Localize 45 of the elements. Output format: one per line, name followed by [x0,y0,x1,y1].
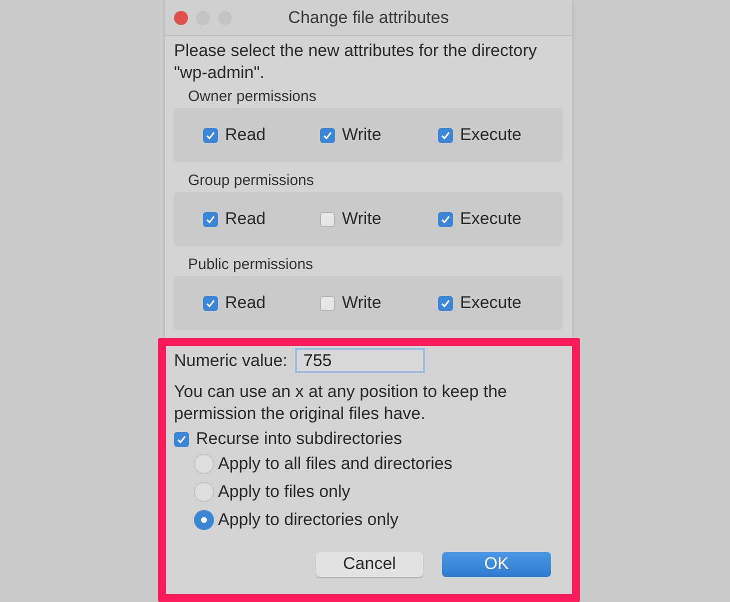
instruction-text: Please select the new attributes for the directory "wp-admin". [174,40,538,84]
ok-button[interactable]: OK [442,552,551,576]
checkbox-label: Write [342,209,382,229]
checkbox-label: Read [225,209,266,229]
checkbox-label: Execute [460,125,522,145]
cancel-button[interactable]: Cancel [316,552,423,576]
checkbox[interactable] [320,296,335,310]
window-title: Change file attributes [287,8,450,28]
checkbox[interactable] [438,296,453,310]
group-label: Public permissions [188,256,314,273]
checkbox[interactable] [320,128,335,142]
numeric-label: Numeric value: [174,350,288,370]
checkbox-label: Read [225,293,266,313]
checkmark-icon [205,214,216,224]
checkbox-label: Execute [460,209,522,229]
radio-button[interactable] [194,510,214,530]
checkmark-icon [440,298,451,308]
group-label: Owner permissions [188,88,318,105]
checkmark-icon [205,298,216,308]
checkmark-icon [205,130,216,140]
checkmark-icon [176,434,187,444]
checkbox[interactable] [438,212,453,226]
checkmark-icon [440,130,451,140]
radio-label: Apply to all files and directories [218,454,452,474]
checkbox[interactable] [203,296,218,310]
checkbox-label: Write [342,293,382,313]
checkmark-icon [322,130,333,140]
checkbox-label: Execute [460,293,522,313]
checkbox[interactable] [203,212,218,226]
checkbox[interactable] [438,128,453,142]
numeric-field[interactable]: 755 [295,348,426,373]
checkbox[interactable] [320,212,335,226]
radio-button[interactable] [194,454,214,474]
checkbox-label: Recurse into subdirectories [196,429,402,449]
hint-text: You can use an x at any position to keep the permission the original files have. [174,381,508,425]
radio-label: Apply to directories only [218,510,398,530]
checkmark-icon [440,214,451,224]
close-icon[interactable] [174,10,188,24]
checkbox[interactable] [203,128,218,142]
group-label: Group permissions [188,172,315,189]
radio-button[interactable] [194,482,214,502]
checkbox-label: Write [342,125,382,145]
checkbox-label: Read [225,125,266,145]
checkbox[interactable] [174,432,189,446]
radio-label: Apply to files only [218,482,350,502]
